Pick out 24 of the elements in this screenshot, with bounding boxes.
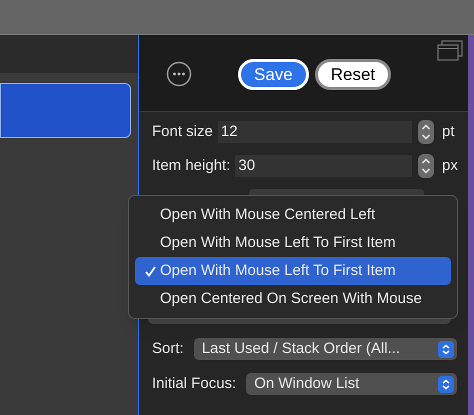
number-field[interactable]: 12 xyxy=(218,121,412,143)
reset-button[interactable]: Reset xyxy=(314,58,392,90)
chevrons-icon xyxy=(438,340,454,358)
unit-label: pt xyxy=(442,122,456,142)
stepper-icon[interactable] xyxy=(418,120,434,144)
more-icon[interactable] xyxy=(166,61,192,87)
number-field[interactable]: 30 xyxy=(235,155,412,177)
popup-select[interactable]: Last Used / Stack Order (All... xyxy=(194,338,457,360)
menu-item[interactable]: Open With Mouse Centered Left xyxy=(135,201,451,229)
window-icon[interactable] xyxy=(437,40,463,62)
save-button[interactable]: Save xyxy=(238,58,309,90)
select-label: Initial Focus: xyxy=(152,374,236,394)
checkmark-icon xyxy=(145,266,156,277)
selected-row[interactable] xyxy=(0,83,131,138)
field-label: Font size xyxy=(152,122,213,142)
menu-item[interactable]: Open With Mouse Left To First Item xyxy=(135,229,451,257)
unit-label: px xyxy=(442,156,459,176)
stepper-icon[interactable] xyxy=(418,154,434,178)
menu-item[interactable]: Open With Mouse Left To First Item xyxy=(135,257,451,285)
field-label: Item height: xyxy=(152,156,230,176)
menu-item[interactable]: Open Centered On Screen With Mouse xyxy=(135,285,451,313)
popup-select[interactable]: On Window List xyxy=(246,373,457,395)
chevrons-icon xyxy=(438,376,454,392)
select-label: Sort: xyxy=(152,338,184,359)
